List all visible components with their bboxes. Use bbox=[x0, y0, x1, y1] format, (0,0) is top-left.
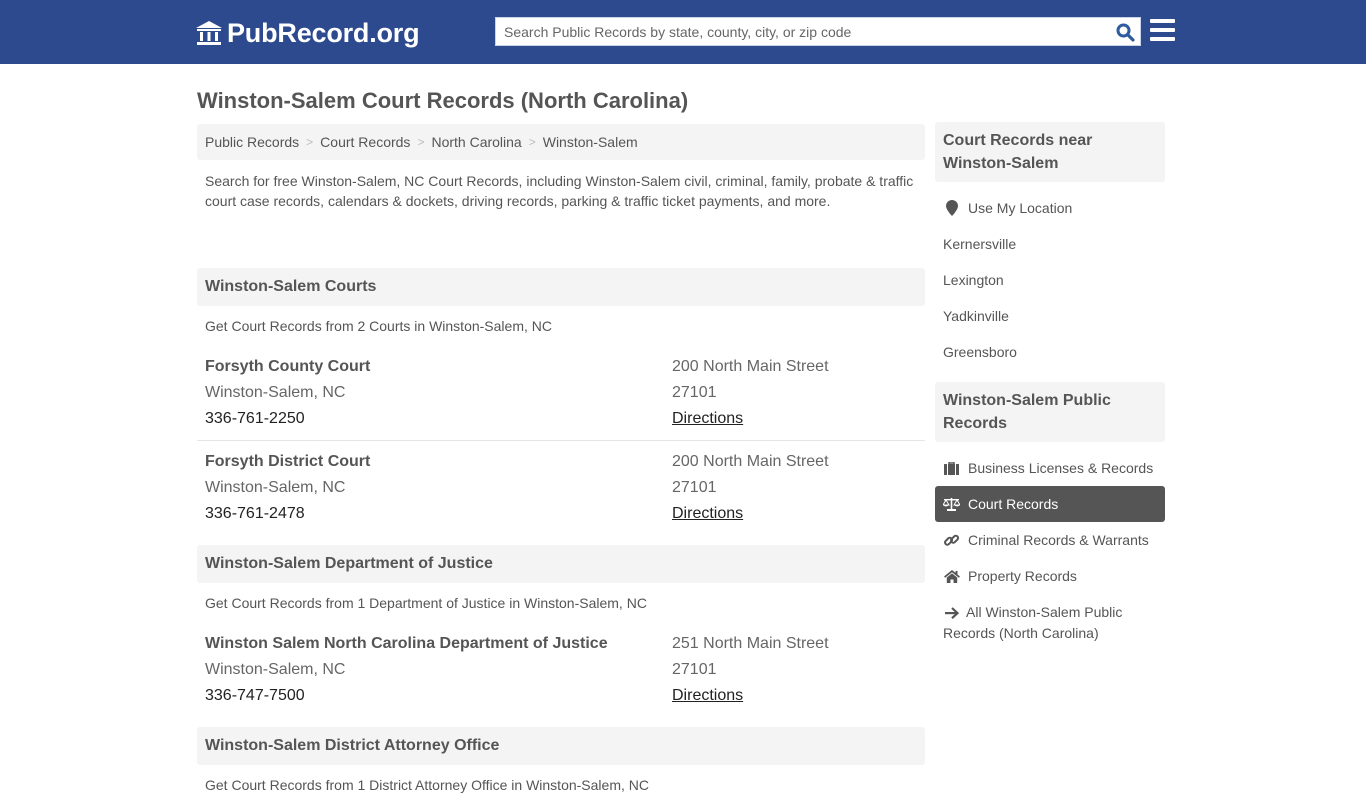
court-address: 200 North Main Street bbox=[672, 453, 829, 470]
court-entry: Forsyth County Court Winston-Salem, NC 3… bbox=[197, 346, 925, 441]
map-marker-icon bbox=[945, 200, 958, 216]
use-my-location-label: Use My Location bbox=[968, 200, 1073, 216]
top-navbar: PubRecord.org bbox=[0, 0, 1366, 64]
court-zip: 27101 bbox=[672, 479, 717, 496]
hamburger-menu-button[interactable] bbox=[1150, 19, 1175, 42]
menu-bar bbox=[1150, 19, 1175, 23]
court-zip: 27101 bbox=[672, 661, 717, 678]
sidebar-item-label: Property Records bbox=[968, 568, 1077, 584]
court-city: Winston-Salem, NC bbox=[205, 384, 346, 401]
court-name: Winston Salem North Carolina Department … bbox=[205, 635, 608, 652]
nearby-city-lexington[interactable]: Lexington bbox=[935, 262, 1165, 298]
courthouse-icon bbox=[196, 21, 222, 45]
nearby-city-kernersville[interactable]: Kernersville bbox=[935, 226, 1165, 262]
search-input[interactable] bbox=[496, 18, 1106, 45]
search-button[interactable] bbox=[1114, 21, 1136, 43]
court-phone: 336-747-7500 bbox=[205, 687, 305, 704]
sidebar-item-court-records[interactable]: Court Records bbox=[935, 486, 1165, 522]
court-phone: 336-761-2478 bbox=[205, 505, 305, 522]
link-icon bbox=[944, 534, 959, 546]
section-heading: Winston-Salem Department of Justice bbox=[197, 545, 925, 583]
court-entry: Winston Salem North Carolina Department … bbox=[197, 623, 925, 727]
search-icon bbox=[1116, 23, 1135, 42]
section-heading: Winston-Salem Courts bbox=[197, 268, 925, 306]
court-city: Winston-Salem, NC bbox=[205, 661, 346, 678]
breadcrumb-separator: > bbox=[528, 135, 536, 149]
section-department-of-justice: Winston-Salem Department of Justice Get … bbox=[197, 545, 925, 727]
main-content: Public Records > Court Records > North C… bbox=[197, 124, 925, 805]
sidebar-item-label: Criminal Records & Warrants bbox=[968, 532, 1149, 548]
balance-scale-icon bbox=[943, 498, 960, 511]
breadcrumb: Public Records > Court Records > North C… bbox=[197, 124, 925, 160]
section-subtitle: Get Court Records from 1 Department of J… bbox=[205, 595, 647, 611]
court-name: Forsyth County Court bbox=[205, 358, 371, 375]
breadcrumb-separator: > bbox=[306, 135, 314, 149]
breadcrumb-winston-salem[interactable]: Winston-Salem bbox=[543, 134, 638, 150]
briefcase-icon bbox=[944, 461, 959, 475]
sidebar-item-property-records[interactable]: Property Records bbox=[935, 558, 1165, 594]
sidebar-item-label: All Winston-Salem Public Records (North … bbox=[943, 604, 1123, 642]
breadcrumb-north-carolina[interactable]: North Carolina bbox=[431, 134, 521, 150]
breadcrumb-separator: > bbox=[417, 135, 425, 149]
search-box bbox=[495, 17, 1141, 46]
breadcrumb-court-records[interactable]: Court Records bbox=[320, 134, 410, 150]
directions-link[interactable]: Directions bbox=[672, 410, 743, 427]
court-zip: 27101 bbox=[672, 384, 717, 401]
court-name: Forsyth District Court bbox=[205, 453, 371, 470]
public-records-list: Business Licenses & Records Court Record… bbox=[935, 442, 1165, 663]
sidebar-heading-nearby: Court Records near Winston-Salem bbox=[935, 122, 1165, 182]
sidebar-item-label: Business Licenses & Records bbox=[968, 460, 1154, 476]
nearby-city-greensboro[interactable]: Greensboro bbox=[935, 334, 1165, 370]
court-entry: Forsyth District Court Winston-Salem, NC… bbox=[197, 441, 925, 545]
menu-bar bbox=[1150, 28, 1175, 32]
nearby-city-yadkinville[interactable]: Yadkinville bbox=[935, 298, 1165, 334]
court-city: Winston-Salem, NC bbox=[205, 479, 346, 496]
directions-link[interactable]: Directions bbox=[672, 505, 743, 522]
sidebar-item-label: Court Records bbox=[968, 496, 1059, 512]
sidebar-heading-public-records: Winston-Salem Public Records bbox=[935, 382, 1165, 442]
sidebar-item-all-public-records[interactable]: All Winston-Salem Public Records (North … bbox=[935, 594, 1165, 651]
breadcrumb-public-records[interactable]: Public Records bbox=[205, 134, 299, 150]
nearby-list: Use My Location Kernersville Lexington Y… bbox=[935, 182, 1165, 382]
directions-link[interactable]: Directions bbox=[672, 687, 743, 704]
court-address: 251 North Main Street bbox=[672, 635, 829, 652]
section-district-attorney: Winston-Salem District Attorney Office G… bbox=[197, 727, 925, 805]
page-title: Winston-Salem Court Records (North Carol… bbox=[197, 88, 689, 113]
menu-bar bbox=[1150, 37, 1175, 41]
section-subtitle: Get Court Records from 1 District Attorn… bbox=[205, 777, 649, 793]
brand-name: PubRecord.org bbox=[227, 17, 420, 48]
sidebar-item-business-licenses[interactable]: Business Licenses & Records bbox=[935, 450, 1165, 486]
court-phone: 336-761-2250 bbox=[205, 410, 305, 427]
arrow-right-icon bbox=[944, 607, 959, 620]
court-address: 200 North Main Street bbox=[672, 358, 829, 375]
use-my-location-link[interactable]: Use My Location bbox=[935, 190, 1165, 226]
intro-text: Search for free Winston-Salem, NC Court … bbox=[205, 173, 914, 209]
section-heading: Winston-Salem District Attorney Office bbox=[197, 727, 925, 765]
sidebar: Court Records near Winston-Salem Use My … bbox=[935, 122, 1165, 663]
section-courts: Winston-Salem Courts Get Court Records f… bbox=[197, 268, 925, 545]
sidebar-item-criminal-records[interactable]: Criminal Records & Warrants bbox=[935, 522, 1165, 558]
home-icon bbox=[943, 569, 960, 583]
section-subtitle: Get Court Records from 2 Courts in Winst… bbox=[205, 318, 552, 334]
site-logo[interactable]: PubRecord.org bbox=[195, 17, 420, 49]
